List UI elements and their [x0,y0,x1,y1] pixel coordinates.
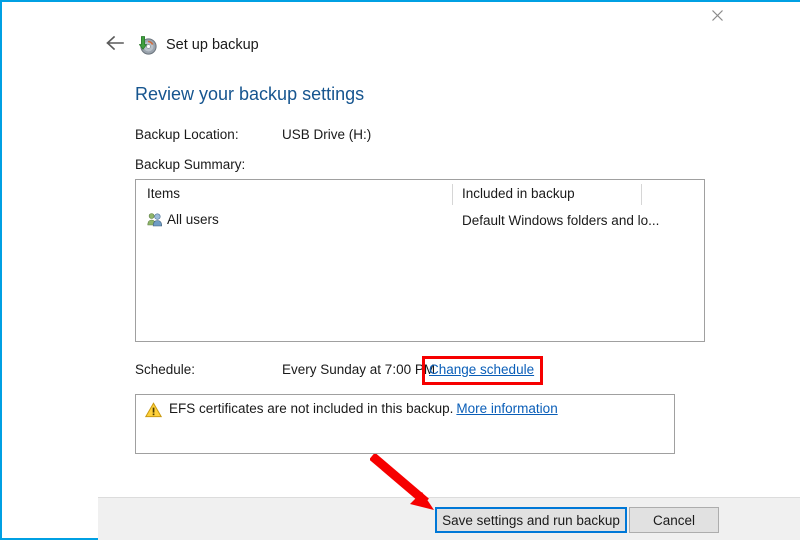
warning-message: EFS certificates are not included in thi… [169,401,454,416]
backup-summary-table: Items Included in backup All users Defau… [135,179,705,342]
backup-disc-icon [136,34,158,56]
column-header-included: Included in backup [462,186,575,201]
page-title: Review your backup settings [135,84,365,104]
change-schedule-link[interactable]: Change schedule [429,362,534,377]
schedule-label: Schedule: [135,362,196,377]
change-schedule-highlight: Change schedule [422,356,544,385]
column-header-items: Items [147,186,181,201]
app-title: Set up backup [166,37,259,53]
table-header-row: Items Included in backup [136,180,704,208]
dialog-footer: Save settings and run backup Cancel [98,497,800,540]
cancel-button[interactable]: Cancel [629,507,719,533]
efs-warning-box: EFS certificates are not included in thi… [135,394,675,454]
backup-location-label: Backup Location: [135,127,239,142]
back-arrow-icon [105,35,125,56]
save-settings-and-run-backup-button[interactable]: Save settings and run backup [435,507,627,533]
close-button[interactable] [694,2,740,28]
table-cell-item-label: All users [167,211,219,227]
column-divider-2 [641,184,642,205]
back-button[interactable] [102,32,128,58]
table-cell-included: Default Windows folders and lo... [462,213,660,228]
warning-triangle-icon [144,402,163,418]
warning-content: EFS certificates are not included in thi… [144,401,558,418]
all-users-icon [147,211,163,227]
table-row[interactable]: All users Default Windows folders and lo… [136,209,704,233]
column-divider-1 [452,184,453,205]
more-information-link[interactable]: More information [456,401,557,416]
title-bar [2,2,800,30]
table-cell-item: All users [147,211,219,227]
backup-summary-label: Backup Summary: [135,157,246,172]
close-icon [711,9,723,21]
schedule-value: Every Sunday at 7:00 PM [282,362,436,377]
warning-message-row: EFS certificates are not included in thi… [169,401,558,416]
backup-location-value: USB Drive (H:) [282,127,372,142]
setup-backup-window: Set up backup Review your backup setting… [0,0,800,540]
navigation-row: Set up backup [102,32,259,58]
